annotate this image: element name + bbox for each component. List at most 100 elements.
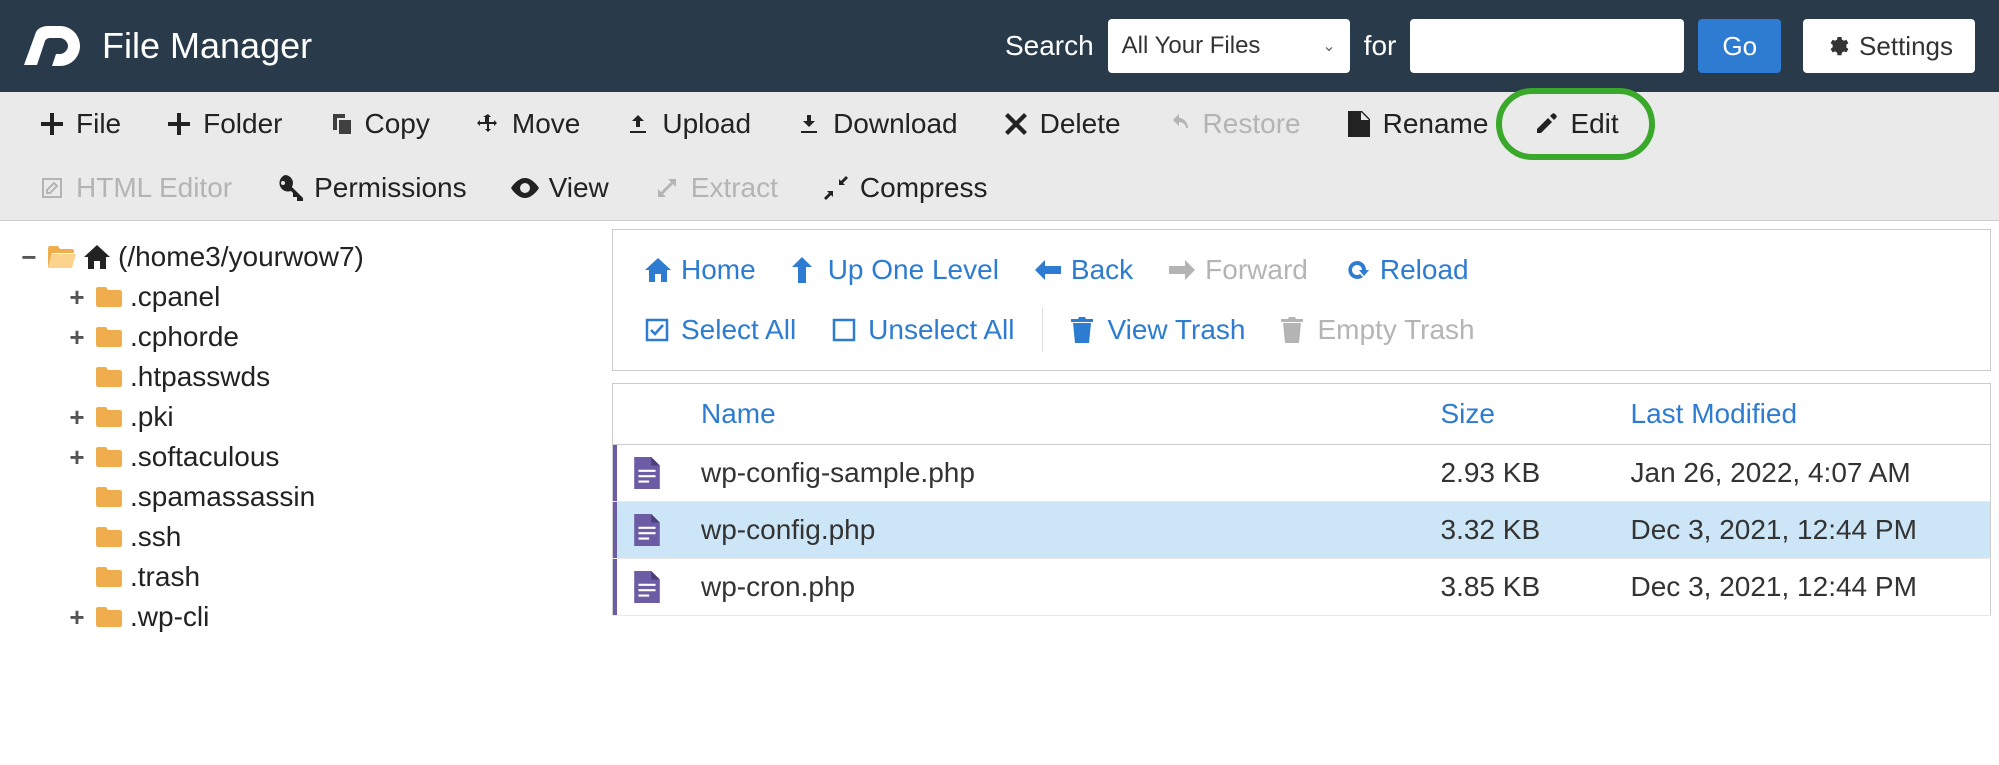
- tree-item[interactable]: + .wp-cli: [66, 597, 604, 637]
- nav-row-1: Home Up One Level Back Forward Reload: [623, 240, 1980, 300]
- settings-button[interactable]: Settings: [1803, 19, 1975, 73]
- go-button[interactable]: Go: [1698, 19, 1781, 73]
- reload-icon: [1344, 257, 1370, 283]
- tree-root-item[interactable]: − (/home3/yourwow7): [18, 237, 604, 277]
- table-row[interactable]: wp-config-sample.php2.93 KBJan 26, 2022,…: [613, 445, 1991, 502]
- file-icon: [1345, 110, 1373, 138]
- expand-icon: [653, 174, 681, 202]
- home-icon: [645, 257, 671, 283]
- file-table: Name Size Last Modified wp-config-sample…: [612, 383, 1991, 616]
- expand-icon[interactable]: +: [66, 402, 88, 433]
- col-size[interactable]: Size: [1421, 384, 1611, 445]
- cpanel-logo-icon: [24, 22, 84, 70]
- folder-icon: [96, 567, 122, 587]
- folder-button[interactable]: Folder: [145, 98, 302, 150]
- permissions-button[interactable]: Permissions: [256, 162, 486, 214]
- tree-item-label: .ssh: [130, 521, 181, 553]
- file-size: 3.32 KB: [1421, 502, 1611, 559]
- home-button[interactable]: Home: [631, 248, 770, 292]
- app-title: File Manager: [102, 25, 312, 67]
- col-icon[interactable]: [613, 384, 682, 445]
- trash-icon: [1281, 317, 1307, 343]
- view-trash-button[interactable]: View Trash: [1057, 308, 1259, 352]
- compress-button[interactable]: Compress: [802, 162, 1008, 214]
- reload-button[interactable]: Reload: [1330, 248, 1483, 292]
- settings-label: Settings: [1859, 31, 1953, 62]
- download-button[interactable]: Download: [775, 98, 978, 150]
- edit-button[interactable]: Edit: [1512, 98, 1638, 150]
- folder-open-icon: [48, 246, 76, 268]
- upload-button[interactable]: Upload: [604, 98, 771, 150]
- tree-item[interactable]: +.pki: [66, 397, 604, 437]
- col-modified[interactable]: Last Modified: [1611, 384, 1991, 445]
- folder-icon: [96, 527, 122, 547]
- copy-button[interactable]: Copy: [307, 98, 450, 150]
- undo-icon: [1165, 110, 1193, 138]
- tree-item[interactable]: .spamassassin: [66, 477, 604, 517]
- table-row[interactable]: wp-cron.php3.85 KBDec 3, 2021, 12:44 PM: [613, 559, 1991, 616]
- trash-icon: [1071, 317, 1097, 343]
- restore-button: Restore: [1145, 98, 1321, 150]
- delete-button[interactable]: Delete: [982, 98, 1141, 150]
- tree-item[interactable]: +.cpanel: [66, 277, 604, 317]
- tree-item[interactable]: .trash: [66, 557, 604, 597]
- expand-icon[interactable]: +: [66, 322, 88, 353]
- tree-root-label: (/home3/yourwow7): [118, 241, 364, 273]
- checkbox-checked-icon: [645, 317, 671, 343]
- expand-icon[interactable]: +: [66, 442, 88, 473]
- up-one-level-button[interactable]: Up One Level: [778, 248, 1013, 292]
- search-scope-value: All Your Files: [1122, 32, 1261, 60]
- file-name: wp-cron.php: [681, 559, 1421, 616]
- collapse-icon[interactable]: −: [18, 242, 40, 273]
- tree-item-label: .softaculous: [130, 441, 279, 473]
- back-button[interactable]: Back: [1021, 248, 1147, 292]
- tree-item[interactable]: + .cphorde: [66, 317, 604, 357]
- folder-icon: [96, 447, 122, 467]
- folder-icon: [96, 487, 122, 507]
- tree-item[interactable]: .ssh: [66, 517, 604, 557]
- html-editor-button: HTML Editor: [18, 162, 252, 214]
- folder-icon: [96, 327, 122, 347]
- toolbar-row-2: HTML Editor Permissions View Extract Com…: [0, 156, 1999, 220]
- tree-item-label: .wp-cli: [130, 601, 209, 633]
- expand-icon[interactable]: +: [66, 602, 88, 633]
- app-header: File Manager Search All Your Files ⌄ for…: [0, 0, 1999, 92]
- file-modified: Dec 3, 2021, 12:44 PM: [1611, 559, 1991, 616]
- search-scope-select[interactable]: All Your Files ⌄: [1108, 19, 1350, 73]
- extract-button: Extract: [633, 162, 798, 214]
- folder-icon: [96, 367, 122, 387]
- file-name: wp-config.php: [681, 502, 1421, 559]
- file-size: 2.93 KB: [1421, 445, 1611, 502]
- file-icon-cell: [613, 502, 682, 559]
- expand-icon[interactable]: +: [66, 282, 88, 313]
- pencil-icon: [1532, 110, 1560, 138]
- col-name[interactable]: Name: [681, 384, 1421, 445]
- separator: [1042, 308, 1043, 352]
- main-area: − (/home3/yourwow7) +.cpanel+.cphorde.ht…: [0, 221, 1999, 637]
- search-input[interactable]: [1410, 19, 1684, 73]
- table-row[interactable]: wp-config.php3.32 KBDec 3, 2021, 12:44 P…: [613, 502, 1991, 559]
- search-label: Search: [1005, 30, 1094, 62]
- move-button[interactable]: Move: [454, 98, 600, 150]
- tree-item[interactable]: + .softaculous: [66, 437, 604, 477]
- home-icon: [84, 245, 110, 269]
- tree-item-label: .cphorde: [130, 321, 239, 353]
- toolbar-row-1: File Folder Copy Move Upload Download De…: [0, 92, 1999, 156]
- select-all-button[interactable]: Select All: [631, 308, 810, 352]
- tree-item-label: .trash: [130, 561, 200, 593]
- nav-row-2: Select All Unselect All View Trash Empty…: [623, 300, 1980, 360]
- file-button[interactable]: File: [18, 98, 141, 150]
- file-icon-cell: [613, 559, 682, 616]
- rename-button[interactable]: Rename: [1325, 98, 1509, 150]
- view-button[interactable]: View: [491, 162, 629, 214]
- file-name: wp-config-sample.php: [681, 445, 1421, 502]
- empty-trash-button: Empty Trash: [1267, 308, 1488, 352]
- checkbox-empty-icon: [832, 317, 858, 343]
- key-icon: [276, 174, 304, 202]
- search-area: Search All Your Files ⌄ for Go Settings: [1005, 19, 1975, 73]
- arrow-up-icon: [792, 257, 818, 283]
- file-icon-cell: [613, 445, 682, 502]
- tree-item[interactable]: .htpasswds: [66, 357, 604, 397]
- edit-box-icon: [38, 174, 66, 202]
- unselect-all-button[interactable]: Unselect All: [818, 308, 1028, 352]
